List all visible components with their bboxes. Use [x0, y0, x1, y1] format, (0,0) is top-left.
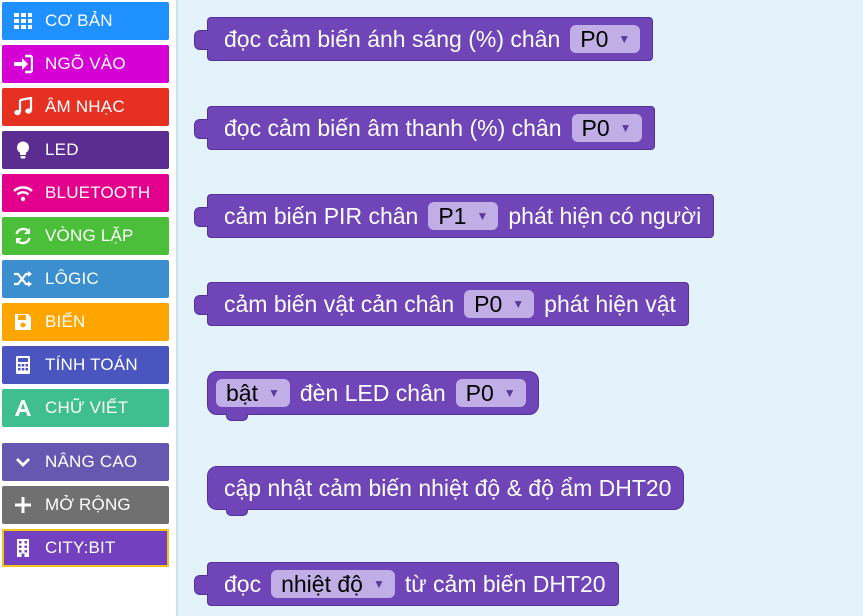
block-text: từ cảm biến DHT20 — [404, 570, 606, 597]
category-vong-lap[interactable]: VÒNG LẶP — [2, 217, 169, 255]
block-obstacle-sensor[interactable]: cảm biến vật cản chân P0 ▼ phát hiện vật — [194, 282, 689, 326]
dropdown-value: P1 — [438, 202, 467, 229]
block-text: đọc — [224, 570, 262, 597]
category-chu-viet[interactable]: CHỮ VIẾT — [2, 389, 169, 427]
dropdown-arrow-icon: ▼ — [267, 386, 280, 400]
building-icon — [12, 537, 34, 559]
category-bien[interactable]: BIẾN — [2, 303, 169, 341]
category-logic[interactable]: LÔGIC — [2, 260, 169, 298]
dropdown-arrow-icon: ▼ — [476, 209, 489, 223]
dropdown-arrow-icon: ▼ — [512, 297, 525, 311]
category-bluetooth[interactable]: BLUETOOTH — [2, 174, 169, 212]
grid-icon — [12, 10, 34, 32]
lightbulb-icon — [12, 139, 34, 161]
block-text: đèn LED chân — [299, 379, 446, 406]
calculator-icon — [12, 354, 34, 376]
letter-a-icon — [12, 397, 34, 419]
category-mo-rong[interactable]: MỞ RỘNG — [2, 486, 169, 524]
block-read-dht20[interactable]: đọc nhiệt độ ▼ từ cảm biến DHT20 — [194, 562, 619, 606]
dropdown-value: P0 — [580, 25, 609, 52]
pin-dropdown[interactable]: P0 ▼ — [464, 290, 535, 318]
pin-dropdown[interactable]: P1 ▼ — [428, 202, 499, 230]
category-label: BLUETOOTH — [45, 183, 151, 202]
dropdown-arrow-icon: ▼ — [618, 32, 631, 46]
music-note-icon — [12, 96, 34, 118]
dropdown-arrow-icon: ▼ — [372, 577, 385, 591]
category-label: MỞ RỘNG — [45, 495, 131, 514]
category-tinh-toan[interactable]: TÍNH TOÁN — [2, 346, 169, 384]
state-dropdown[interactable]: bật ▼ — [216, 379, 290, 407]
dropdown-value: bật — [226, 379, 258, 406]
category-led[interactable]: LED — [2, 131, 169, 169]
category-ngo-vao[interactable]: NGÕ VÀO — [2, 45, 169, 83]
wifi-icon — [12, 182, 34, 204]
block-text: cảm biến vật cản chân — [224, 290, 455, 317]
block-read-light-sensor[interactable]: đọc cảm biến ánh sáng (%) chân P0 ▼ — [193, 17, 654, 61]
block-text: phát hiện vật — [544, 290, 676, 317]
category-label: CHỮ VIẾT — [45, 398, 129, 417]
shuffle-icon — [12, 268, 34, 290]
category-nang-cao[interactable]: NÂNG CAO — [2, 443, 169, 481]
field-dropdown[interactable]: nhiệt độ ▼ — [271, 570, 395, 598]
category-label: CƠ BẢN — [45, 11, 113, 30]
pin-dropdown[interactable]: P0 ▼ — [571, 114, 642, 142]
block-update-dht20[interactable]: cập nhật cảm biến nhiệt độ & độ ẩm DHT20 — [207, 466, 685, 516]
dropdown-arrow-icon: ▼ — [503, 386, 516, 400]
category-label: LED — [45, 140, 79, 159]
category-label: NÂNG CAO — [45, 452, 138, 471]
block-led-control[interactable]: bật ▼ đèn LED chân P0 ▼ — [207, 371, 539, 421]
plus-icon — [12, 494, 34, 516]
refresh-icon — [12, 225, 34, 247]
save-icon — [12, 311, 34, 333]
block-text: đọc cảm biến ánh sáng (%) chân — [224, 25, 561, 52]
category-co-ban[interactable]: CƠ BẢN — [2, 2, 169, 40]
toolbox-sidebar: CƠ BẢN NGÕ VÀO ÂM NHẠC LED BLUETOOTH VÒN… — [0, 0, 172, 616]
dropdown-value: P0 — [465, 379, 494, 406]
category-city-bit[interactable]: CITY:BIT — [2, 529, 169, 567]
category-am-nhac[interactable]: ÂM NHẠC — [2, 88, 169, 126]
dropdown-arrow-icon: ▼ — [619, 121, 632, 135]
dropdown-value: nhiệt độ — [281, 570, 363, 597]
block-text: cảm biến PIR chân — [224, 202, 419, 229]
category-label: ÂM NHẠC — [45, 97, 125, 116]
sign-in-icon — [12, 53, 34, 75]
block-text: cập nhật cảm biến nhiệt độ & độ ẩm DHT20 — [224, 474, 672, 501]
block-read-sound-sensor[interactable]: đọc cảm biến âm thanh (%) chân P0 ▼ — [194, 106, 655, 150]
blocks-flyout: đọc cảm biến ánh sáng (%) chân P0 ▼ đọc c… — [176, 0, 863, 616]
chevron-down-icon — [12, 451, 34, 473]
category-label: LÔGIC — [45, 269, 99, 288]
dropdown-value: P0 — [474, 290, 503, 317]
category-label: TÍNH TOÁN — [45, 355, 138, 374]
category-label: NGÕ VÀO — [45, 54, 126, 73]
block-pir-sensor[interactable]: cảm biến PIR chân P1 ▼ phát hiện có người — [193, 194, 715, 238]
dropdown-value: P0 — [581, 114, 610, 141]
block-text: đọc cảm biến âm thanh (%) chân — [224, 114, 562, 141]
category-label: CITY:BIT — [45, 538, 116, 557]
pin-dropdown[interactable]: P0 ▼ — [455, 379, 526, 407]
pin-dropdown[interactable]: P0 ▼ — [570, 25, 641, 53]
category-label: BIẾN — [45, 312, 86, 331]
block-text: phát hiện có người — [508, 202, 702, 229]
category-label: VÒNG LẶP — [45, 226, 134, 245]
